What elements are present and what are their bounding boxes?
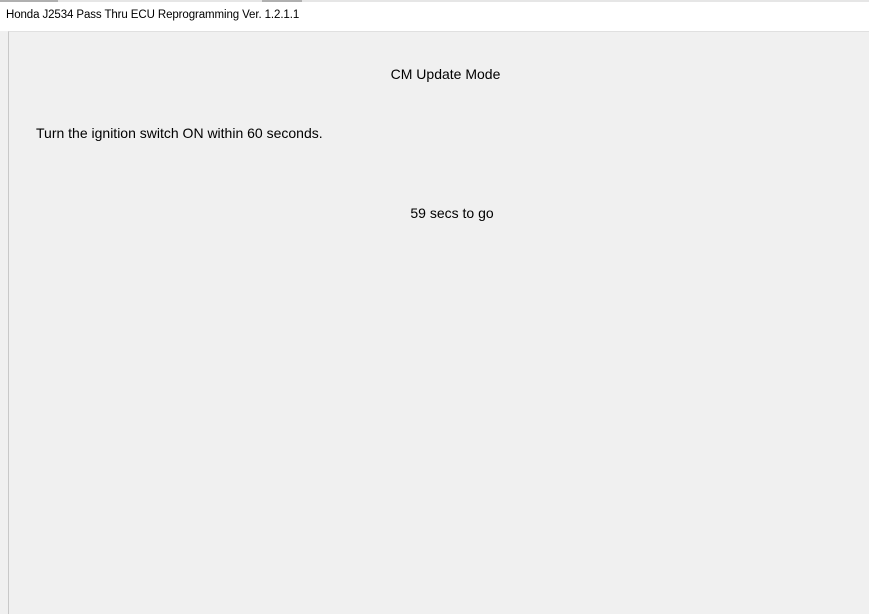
instruction-text: Turn the ignition switch ON within 60 se… bbox=[36, 125, 323, 141]
title-bar[interactable]: Honda J2534 Pass Thru ECU Reprogramming … bbox=[0, 0, 869, 31]
title-bar-edge-mark bbox=[0, 0, 58, 2]
main-panel: CM Update Mode Turn the ignition switch … bbox=[8, 31, 869, 614]
countdown-text: 59 secs to go bbox=[410, 205, 494, 221]
window-title: Honda J2534 Pass Thru ECU Reprogramming … bbox=[6, 9, 300, 21]
mode-title: CM Update Mode bbox=[390, 66, 501, 82]
title-bar-top-border bbox=[0, 0, 869, 2]
title-bar-edge-mark bbox=[262, 0, 302, 2]
app-window: Honda J2534 Pass Thru ECU Reprogramming … bbox=[0, 0, 869, 614]
